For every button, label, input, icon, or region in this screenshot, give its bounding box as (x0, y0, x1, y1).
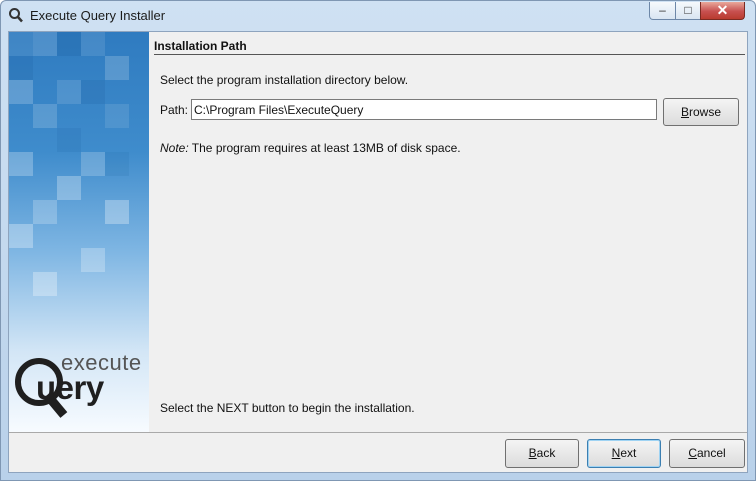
title-divider (154, 54, 745, 55)
installation-path-page: Installation Path Select the program ins… (149, 32, 747, 432)
page-title: Installation Path (154, 39, 247, 53)
disk-space-note: Note: The program requires at least 13MB… (160, 141, 461, 155)
path-label: Path: (160, 103, 189, 117)
cancel-button[interactable]: Cancel (669, 439, 745, 468)
minimize-icon: – (659, 3, 666, 17)
note-text: The program requires at least 13MB of di… (188, 141, 461, 155)
window-title: Execute Query Installer (30, 8, 166, 23)
cancel-label: ancel (696, 446, 726, 460)
maximize-button[interactable]: □ (675, 2, 701, 20)
browse-label: rowse (689, 105, 722, 119)
back-mnemonic: B (528, 446, 537, 460)
installer-window: Execute Query Installer – □ ✕ execute ue… (0, 0, 756, 481)
next-button[interactable]: Next (587, 439, 661, 468)
next-label: ext (620, 446, 637, 460)
minimize-button[interactable]: – (649, 2, 676, 20)
browse-mnemonic: B (680, 105, 689, 119)
cancel-mnemonic: C (688, 446, 697, 460)
footer-instruction: Select the NEXT button to begin the inst… (160, 401, 415, 415)
installer-sidebar-banner: execute uery (9, 32, 149, 432)
path-input[interactable] (191, 99, 657, 120)
mosaic-pattern (9, 32, 129, 296)
maximize-icon: □ (684, 3, 692, 17)
close-icon: ✕ (716, 2, 729, 18)
close-button[interactable]: ✕ (700, 2, 745, 20)
title-bar[interactable]: Execute Query Installer – □ ✕ (1, 1, 755, 31)
note-label: Note: (160, 141, 189, 155)
logo-text-query: uery (36, 369, 104, 406)
magnifier-icon (9, 8, 23, 23)
intro-text: Select the program installation director… (160, 73, 409, 87)
back-label: ack (536, 446, 556, 460)
back-button[interactable]: Back (505, 439, 579, 468)
button-bar-divider (9, 432, 747, 433)
browse-button[interactable]: Browse (663, 98, 739, 126)
wizard-panel: execute uery Installation Path Select th… (8, 31, 748, 473)
